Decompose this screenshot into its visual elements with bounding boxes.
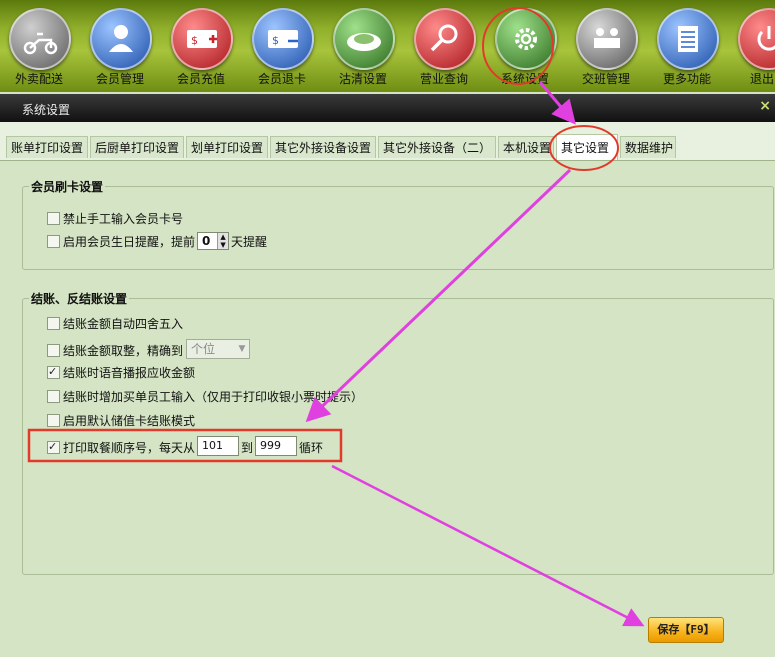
checkbox-label: 结账时增加买单员工输入（仅用于打印收银小票时提示） [63,390,364,404]
toolbar-shift-button[interactable]: 交班管理 [567,4,647,90]
card-plus-icon: $ [171,8,233,70]
group-title: 结账、反结账设置 [29,290,130,307]
save-button[interactable]: 保存【F9】 [648,617,724,643]
toolbar-label: 营业查询 [419,72,468,86]
toolbar-label: 会员退卡 [257,72,306,86]
checkbox-suffix: 天提醒 [231,235,268,249]
precision-select[interactable]: 个位 ▼ [186,339,251,359]
integer-checkbox[interactable] [47,344,60,357]
list-icon [657,8,719,70]
svg-text:$: $ [191,34,198,47]
integer-row[interactable]: 结账金额取整，精确到 个位 ▼ [47,339,251,359]
checkbox-label: 打印取餐顺序号，每天从 [63,441,196,455]
toolbar-delivery-button[interactable]: 外卖配送 [0,4,80,90]
tab-external-devices-2[interactable]: 其它外接设备（二） [378,136,496,158]
toolbar-label: 沽清设置 [338,72,387,86]
tab-data-maintenance[interactable]: 数据维护 [620,136,676,158]
settings-tabs: 账单打印设置 后厨单打印设置 划单打印设置 其它外接设备设置 其它外接设备（二）… [0,122,775,161]
toolbar-soldout-button[interactable]: 沽清设置 [324,4,404,90]
dialog-titlebar: 系统设置 × [0,94,775,122]
spinner-value: 0 [202,234,211,248]
voice-row[interactable]: 结账时语音播报应收金额 [47,363,196,382]
spinner-arrows-icon[interactable]: ▲ ▼ [217,233,229,249]
range-separator: 到 [241,441,254,455]
checkbox-label: 启用默认储值卡结账模式 [63,414,196,428]
stored-card-row[interactable]: 启用默认储值卡结账模式 [47,412,195,430]
member-card-group: 会员刷卡设置 [22,178,774,270]
tab-local-settings[interactable]: 本机设置 [498,136,554,158]
main-toolbar: 外卖配送 会员管理 $ 会员充值 $ 会员退卡 沽清设置 营业查询 系统设置 交… [0,0,775,92]
birthday-reminder-checkbox[interactable] [47,235,60,248]
tab-external-devices[interactable]: 其它外接设备设置 [270,136,376,158]
staff-input-checkbox[interactable] [47,390,60,403]
member-icon [90,8,152,70]
toolbar-settings-button[interactable]: 系统设置 [486,4,566,90]
toolbar-label: 外卖配送 [14,72,63,86]
toolbar-query-button[interactable]: 营业查询 [405,4,485,90]
tab-other-settings[interactable]: 其它设置 [556,134,618,160]
dialog-title: 系统设置 [22,103,71,117]
birthday-days-spinner[interactable]: 0 ▲ ▼ [197,232,230,250]
checkbox-label: 禁止手工输入会员卡号 [63,212,184,226]
tab-bill-print[interactable]: 账单打印设置 [6,136,88,158]
stored-card-checkbox[interactable] [47,414,60,427]
sequence-row[interactable]: 打印取餐顺序号，每天从 101 到 999 循环 [47,436,324,456]
group-title: 会员刷卡设置 [29,178,106,195]
checkbox-label: 结账金额取整，精确到 [63,344,184,358]
sequence-checkbox[interactable] [47,438,60,456]
toolbar-label: 更多功能 [662,72,711,86]
toolbar-label: 会员充值 [176,72,225,86]
tab-dish-print[interactable]: 划单打印设置 [186,136,268,158]
sequence-from-input[interactable]: 101 [197,436,240,456]
gear-icon [495,8,557,70]
power-icon [738,8,775,70]
sequence-to-input[interactable]: 999 [255,436,298,456]
magnifier-icon [414,8,476,70]
toolbar-label: 交班管理 [581,72,630,86]
close-icon[interactable]: × [759,98,771,114]
card-minus-icon: $ [252,8,314,70]
round-checkbox[interactable] [47,317,60,330]
toolbar-label: 退出系 [749,72,775,86]
birthday-reminder-row[interactable]: 启用会员生日提醒，提前 0 ▲ ▼ 天提醒 [47,232,267,250]
svg-text:$: $ [272,34,279,47]
toolbar-recharge-button[interactable]: $ 会员充值 [162,4,242,90]
input-value: 101 [202,439,224,452]
toolbar-exit-button[interactable]: 退出系 [729,4,775,90]
toolbar-member-button[interactable]: 会员管理 [81,4,161,90]
people-icon [576,8,638,70]
scooter-icon [9,8,71,70]
round-row[interactable]: 结账金额自动四舍五入 [47,315,183,333]
staff-input-row[interactable]: 结账时增加买单员工输入（仅用于打印收银小票时提示） [47,388,363,406]
chevron-down-icon[interactable]: ▼ [235,340,249,358]
toolbar-more-button[interactable]: 更多功能 [648,4,728,90]
checkbox-suffix: 循环 [299,441,324,455]
plate-icon [333,8,395,70]
toolbar-label: 系统设置 [500,72,549,86]
tab-kitchen-print[interactable]: 后厨单打印设置 [90,136,184,158]
checkbox-label: 启用会员生日提醒，提前 [63,235,196,249]
select-value: 个位 [191,342,216,356]
forbid-manual-row[interactable]: 禁止手工输入会员卡号 [47,210,183,228]
toolbar-refund-button[interactable]: $ 会员退卡 [243,4,323,90]
input-value: 999 [260,439,282,452]
forbid-manual-checkbox[interactable] [47,212,60,225]
checkbox-label: 结账金额自动四舍五入 [63,317,184,331]
toolbar-label: 会员管理 [95,72,144,86]
voice-checkbox[interactable] [47,363,60,381]
checkbox-label: 结账时语音播报应收金额 [63,366,196,380]
